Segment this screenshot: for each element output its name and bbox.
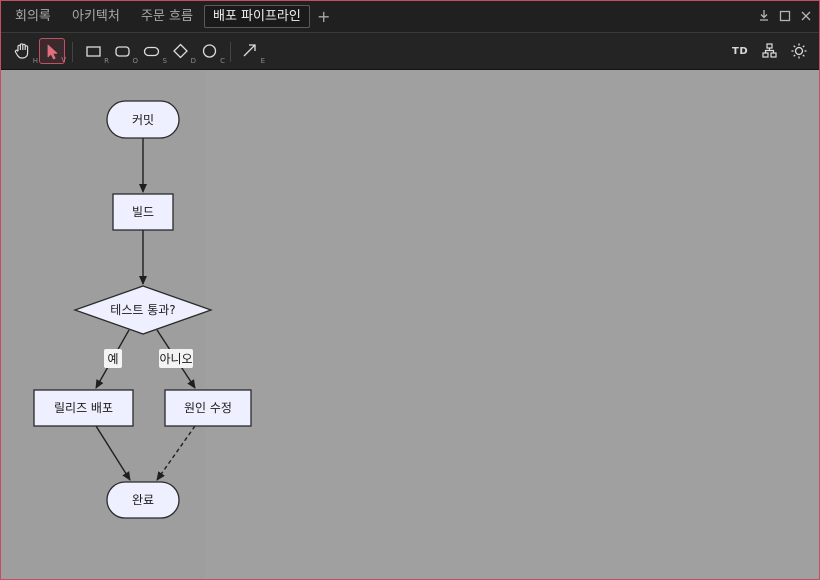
tab-architecture[interactable]: 아키텍처 xyxy=(72,6,120,27)
direction-toggle[interactable]: TD xyxy=(732,46,748,57)
arrow-icon xyxy=(243,44,256,57)
diamond-tool-key: D xyxy=(190,57,196,65)
node-build[interactable]: 빌드 xyxy=(112,193,174,231)
svg-text:릴리즈 배포: 릴리즈 배포 xyxy=(54,401,113,415)
close-icon[interactable] xyxy=(797,7,815,25)
svg-text:완료: 완료 xyxy=(132,493,154,507)
download-icon[interactable] xyxy=(755,7,773,25)
toolbar: H V R O S D C E TD xyxy=(1,33,819,70)
rounded-rect-tool-key: O xyxy=(132,57,138,65)
layout-tree-icon xyxy=(762,43,777,58)
node-fix-cause[interactable]: 원인 수정 xyxy=(164,389,252,427)
toolbar-divider xyxy=(72,42,73,62)
svg-text:커밋: 커밋 xyxy=(132,113,154,127)
edge-fix-done[interactable] xyxy=(156,425,196,481)
tab-order-flow[interactable]: 주문 흐름 xyxy=(141,6,193,27)
rectangle-tool-key: R xyxy=(104,57,109,65)
app-window: 회의록 아키텍처 주문 흐름 배포 파이프라인 + H V R O S D C … xyxy=(0,0,820,580)
rectangle-icon xyxy=(86,46,101,57)
tab-bar: 회의록 아키텍처 주문 흐름 배포 파이프라인 + xyxy=(1,1,819,33)
svg-text:빌드: 빌드 xyxy=(132,205,154,219)
select-tool[interactable]: V xyxy=(39,38,66,64)
edge-label-yes: 예 xyxy=(104,349,122,368)
edge-label-no: 아니오 xyxy=(159,349,193,368)
circle-tool[interactable]: C xyxy=(197,38,225,65)
circle-tool-key: C xyxy=(220,57,225,65)
svg-text:아니오: 아니오 xyxy=(159,352,192,366)
tab-meeting-notes[interactable]: 회의록 xyxy=(15,6,51,27)
svg-text:원인 수정: 원인 수정 xyxy=(184,401,232,415)
svg-text:테스트 통과?: 테스트 통과? xyxy=(110,303,175,317)
svg-text:예: 예 xyxy=(107,352,118,366)
tab-deploy-pipeline[interactable]: 배포 파이프라인 xyxy=(204,5,310,28)
hand-tool-key: H xyxy=(32,57,38,65)
stadium-icon xyxy=(143,46,160,57)
node-done[interactable]: 완료 xyxy=(106,481,180,519)
theme-toggle-button[interactable] xyxy=(786,38,812,64)
node-release-deploy[interactable]: 릴리즈 배포 xyxy=(33,389,134,427)
stadium-tool[interactable]: S xyxy=(139,38,167,65)
sun-icon xyxy=(791,43,807,59)
circle-icon xyxy=(202,44,217,58)
edge-release-done[interactable] xyxy=(95,425,131,481)
toolbar-divider xyxy=(230,42,231,62)
node-commit[interactable]: 커밋 xyxy=(106,100,180,139)
diamond-tool[interactable]: D xyxy=(168,38,196,65)
edge-tool[interactable]: E xyxy=(237,38,265,65)
select-tool-key: V xyxy=(61,56,66,64)
hand-tool[interactable]: H xyxy=(10,38,38,65)
rectangle-tool[interactable]: R xyxy=(81,38,109,65)
node-test-decision[interactable]: 테스트 통과? xyxy=(73,285,213,335)
add-tab-button[interactable]: + xyxy=(317,6,330,27)
layout-tree-button[interactable] xyxy=(757,38,783,64)
rounded-rect-tool[interactable]: O xyxy=(110,38,138,65)
edge-tool-key: E xyxy=(260,57,265,65)
stadium-tool-key: S xyxy=(162,57,167,65)
diagram-canvas[interactable]: 예 아니오 커밋 빌드 테스트 통과? 릴리즈 배포 원인 수정 완료 xyxy=(1,70,819,579)
maximize-icon[interactable] xyxy=(776,7,794,25)
flowchart: 예 아니오 커밋 빌드 테스트 통과? 릴리즈 배포 원인 수정 완료 xyxy=(33,100,252,519)
